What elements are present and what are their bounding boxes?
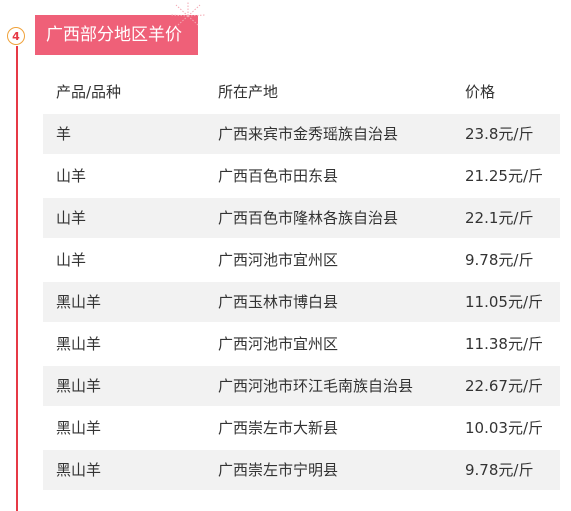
- step-number-badge: 4: [7, 27, 25, 45]
- table-row: 黑山羊 广西河池市环江毛南族自治县 22.67元/斤: [43, 366, 560, 406]
- firework-sparkle-icon: [170, 1, 206, 26]
- origin-cell: 广西河池市宜州区: [218, 251, 339, 269]
- column-header-product: 产品/品种: [56, 83, 122, 101]
- table-header-row: 产品/品种 所在产地 价格: [43, 72, 560, 112]
- price-cell: 22.1元/斤: [465, 209, 534, 227]
- price-cell: 23.8元/斤: [465, 125, 534, 143]
- table-row: 黑山羊 广西玉林市博白县 11.05元/斤: [43, 282, 560, 322]
- table-row: 黑山羊 广西崇左市大新县 10.03元/斤: [43, 408, 560, 448]
- price-cell: 11.05元/斤: [465, 293, 543, 311]
- product-cell: 黑山羊: [56, 293, 102, 311]
- price-cell: 11.38元/斤: [465, 335, 543, 353]
- origin-cell: 广西百色市田东县: [218, 167, 339, 185]
- table-row: 黑山羊 广西崇左市宁明县 9.78元/斤: [43, 450, 560, 490]
- timeline-line: [16, 46, 18, 511]
- product-cell: 山羊: [56, 209, 87, 227]
- table-row: 山羊 广西河池市宜州区 9.78元/斤: [43, 240, 560, 280]
- origin-cell: 广西崇左市大新县: [218, 419, 339, 437]
- price-cell: 10.03元/斤: [465, 419, 543, 437]
- product-cell: 黑山羊: [56, 461, 102, 479]
- price-cell: 22.67元/斤: [465, 377, 543, 395]
- product-cell: 黑山羊: [56, 377, 102, 395]
- origin-cell: 广西百色市隆林各族自治县: [218, 209, 399, 227]
- price-cell: 9.78元/斤: [465, 251, 534, 269]
- product-cell: 山羊: [56, 167, 87, 185]
- table-row: 羊 广西来宾市金秀瑶族自治县 23.8元/斤: [43, 114, 560, 154]
- table-row: 山羊 广西百色市隆林各族自治县 22.1元/斤: [43, 198, 560, 238]
- product-cell: 黑山羊: [56, 335, 102, 353]
- origin-cell: 广西河池市宜州区: [218, 335, 339, 353]
- product-cell: 黑山羊: [56, 419, 102, 437]
- origin-cell: 广西来宾市金秀瑶族自治县: [218, 125, 399, 143]
- column-header-price: 价格: [465, 83, 496, 101]
- origin-cell: 广西玉林市博白县: [218, 293, 339, 311]
- origin-cell: 广西崇左市宁明县: [218, 461, 339, 479]
- product-cell: 山羊: [56, 251, 87, 269]
- column-header-origin: 所在产地: [218, 83, 279, 101]
- price-cell: 21.25元/斤: [465, 167, 543, 185]
- price-table: 产品/品种 所在产地 价格 羊 广西来宾市金秀瑶族自治县 23.8元/斤 山羊 …: [43, 72, 560, 492]
- table-row: 黑山羊 广西河池市宜州区 11.38元/斤: [43, 324, 560, 364]
- product-cell: 羊: [56, 125, 72, 143]
- origin-cell: 广西河池市环江毛南族自治县: [218, 377, 414, 395]
- price-cell: 9.78元/斤: [465, 461, 534, 479]
- table-row: 山羊 广西百色市田东县 21.25元/斤: [43, 156, 560, 196]
